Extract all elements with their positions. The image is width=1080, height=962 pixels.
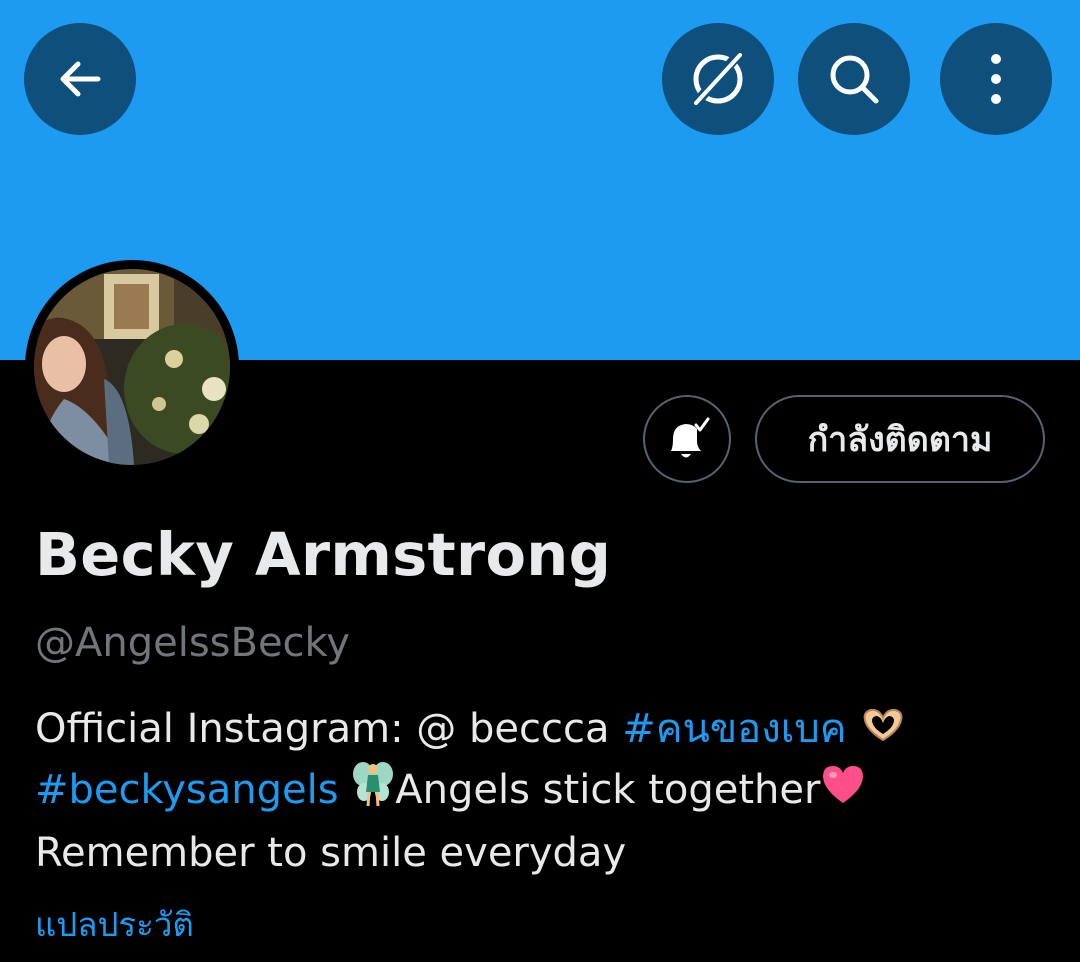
following-button[interactable]: กำลังติดตาม <box>755 395 1045 483</box>
search-icon <box>830 55 879 104</box>
bell-check-icon <box>671 417 710 458</box>
profile-bio: Official Instagram: @ beccca #คนของเบค #… <box>35 700 1055 882</box>
bio-line-2: #beckysangels Angels stick together <box>35 760 1055 824</box>
translate-bio-link[interactable]: แปลประวัติ <box>35 898 194 951</box>
avatar-photo <box>34 269 230 465</box>
grok-icon <box>692 51 743 107</box>
fairy-emoji <box>351 760 395 824</box>
more-options-button[interactable] <box>940 23 1052 135</box>
more-vertical-icon <box>991 54 1001 104</box>
search-button[interactable] <box>798 23 910 135</box>
bio-line-3: Remember to smile everyday <box>35 830 627 876</box>
avatar-frame <box>25 260 239 474</box>
following-label: กำลังติดตาม <box>807 420 993 460</box>
avatar[interactable] <box>34 269 230 465</box>
pink-heart-emoji <box>820 763 866 821</box>
profile-name: Becky Armstrong <box>35 520 612 589</box>
bio-text: Angels stick together <box>395 767 821 813</box>
profile-handle: @AngelssBecky <box>35 620 350 666</box>
notifications-button[interactable] <box>643 395 731 483</box>
grok-button[interactable] <box>662 23 774 135</box>
hashtag-link[interactable]: #คนของเบค <box>622 706 846 752</box>
hashtag-link[interactable]: #beckysangels <box>35 767 339 813</box>
back-button[interactable] <box>24 23 136 135</box>
arrow-left-icon <box>60 61 101 97</box>
heart-hands-emoji <box>859 702 907 760</box>
bio-text: Official Instagram: @ beccca <box>35 706 623 752</box>
bio-line-1: Official Instagram: @ beccca #คนของเบค <box>35 700 1055 760</box>
